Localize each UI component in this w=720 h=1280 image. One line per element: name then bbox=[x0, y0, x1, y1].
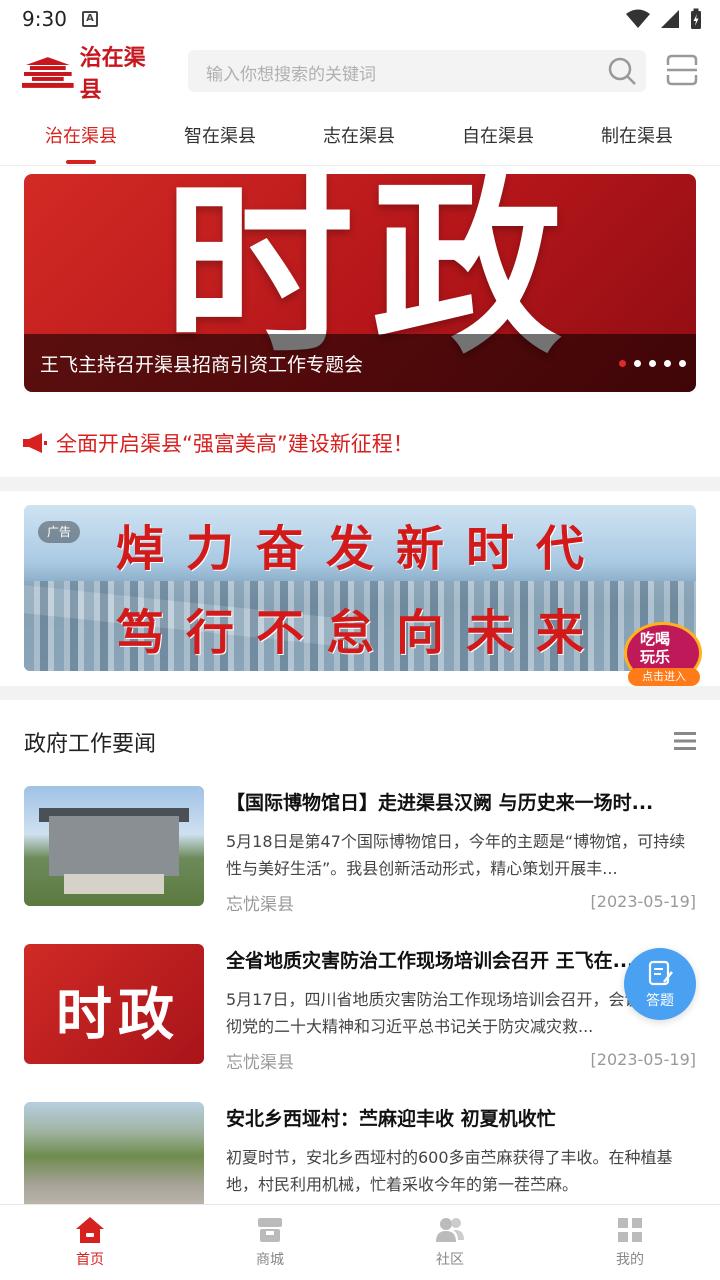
channel-tabs: 治在渠县 智在渠县 志在渠县 自在渠县 制在渠县 bbox=[0, 104, 720, 166]
tab-zhi-zai-quxian-aspiration[interactable]: 志在渠县 bbox=[323, 122, 395, 148]
quiz-icon bbox=[648, 960, 673, 986]
ad-banner[interactable]: 焯力奋发新时代 笃行不怠向未来 广告 bbox=[24, 505, 696, 671]
nav-profile[interactable]: 我的 bbox=[590, 1215, 670, 1269]
signal-icon bbox=[661, 10, 679, 28]
notice-bar[interactable]: 全面开启渠县“强富美高”建设新征程！ bbox=[22, 428, 414, 458]
status-icons bbox=[626, 8, 702, 30]
ad-slogan-line2: 笃行不怠向未来 bbox=[116, 605, 607, 661]
notification-icon: A bbox=[82, 11, 98, 27]
search-input[interactable]: 输入你想搜索的关键词 bbox=[188, 50, 646, 92]
promo-cta: 点击进入 bbox=[628, 668, 700, 686]
ad-slogan-line1: 焯力奋发新时代 bbox=[116, 521, 607, 577]
carousel-dot[interactable] bbox=[649, 360, 656, 367]
logo-text: 治在渠县 bbox=[79, 46, 146, 103]
carousel-dot[interactable] bbox=[664, 360, 671, 367]
wifi-icon bbox=[626, 9, 650, 28]
shop-icon bbox=[258, 1218, 282, 1242]
section-title: 政府工作要闻 bbox=[24, 732, 157, 757]
tab-zhi-zai-quxian-smart[interactable]: 智在渠县 bbox=[184, 122, 256, 148]
nav-community[interactable]: 社区 bbox=[410, 1215, 490, 1269]
carousel-dot[interactable] bbox=[634, 360, 641, 367]
tab-zi-zai-quxian[interactable]: 自在渠县 bbox=[462, 122, 534, 148]
community-icon bbox=[436, 1218, 464, 1242]
news-source: 忘忧渠县 bbox=[226, 895, 294, 915]
tab-zhi-zai-quxian-system[interactable]: 制在渠县 bbox=[601, 122, 673, 148]
search-icon[interactable] bbox=[606, 55, 638, 87]
scan-icon[interactable] bbox=[666, 54, 698, 86]
news-item[interactable]: 【国际博物馆日】走进渠县汉阙 与历史来一场时... 5月18日是第47个国际博物… bbox=[24, 786, 696, 915]
nav-home[interactable]: 首页 bbox=[50, 1215, 130, 1269]
news-item[interactable]: 时政 全省地质灾害防治工作现场培训会召开 王飞在... 5月17日，四川省地质灾… bbox=[24, 944, 696, 1073]
news-title: 【国际博物馆日】走进渠县汉阙 与历史来一场时... bbox=[226, 792, 654, 814]
profile-icon bbox=[618, 1218, 642, 1242]
battery-icon bbox=[691, 8, 701, 29]
status-bar: 9:30 A bbox=[0, 0, 720, 40]
banner-carousel[interactable]: 时政 王飞主持召开渠县招商引资工作专题会 bbox=[24, 174, 696, 392]
quiz-label: 答题 bbox=[646, 993, 674, 1009]
app-header: 治在渠县 输入你想搜索的关键词 bbox=[0, 40, 720, 104]
gate-logo-icon bbox=[22, 57, 74, 88]
carousel-dot[interactable] bbox=[619, 360, 626, 367]
carousel-indicators bbox=[619, 360, 686, 367]
section-divider bbox=[0, 686, 720, 700]
notice-text: 全面开启渠县“强富美高”建设新征程！ bbox=[56, 432, 414, 456]
promo-line2: 玩乐 bbox=[640, 648, 671, 666]
thumb-building bbox=[49, 816, 179, 876]
menu-icon[interactable] bbox=[674, 732, 696, 750]
search-placeholder: 输入你想搜索的关键词 bbox=[206, 65, 376, 85]
news-title: 全省地质灾害防治工作现场培训会召开 王飞在... bbox=[226, 950, 635, 972]
nav-community-label: 社区 bbox=[436, 1252, 464, 1268]
quiz-fab-button[interactable]: 答题 bbox=[624, 948, 696, 1020]
promo-float-button[interactable]: 吃喝 玩乐 点击进入 bbox=[618, 618, 706, 690]
active-tab-indicator bbox=[66, 160, 96, 164]
nav-home-label: 首页 bbox=[76, 1252, 104, 1268]
bottom-nav: 首页 商城 社区 我的 bbox=[0, 1204, 720, 1280]
thumb-text: 时政 bbox=[56, 983, 180, 1048]
news-thumbnail bbox=[24, 786, 204, 906]
status-time: 9:30 bbox=[22, 7, 67, 31]
banner-caption-bar: 王飞主持召开渠县招商引资工作专题会 bbox=[24, 334, 696, 392]
megaphone-icon bbox=[23, 433, 47, 453]
nav-shop-label: 商城 bbox=[256, 1252, 284, 1268]
news-source: 忘忧渠县 bbox=[226, 1053, 294, 1073]
app-logo[interactable]: 治在渠县 bbox=[22, 46, 167, 103]
news-title: 安北乡西垭村：苎麻迎丰收 初夏机收忙 bbox=[226, 1108, 556, 1130]
nav-shop[interactable]: 商城 bbox=[230, 1215, 310, 1269]
ad-tag: 广告 bbox=[38, 521, 80, 543]
news-date: [2023-05-19] bbox=[590, 1050, 696, 1069]
banner-caption: 王飞主持召开渠县招商引资工作专题会 bbox=[40, 354, 364, 376]
news-desc: 初夏时节，安北乡西垭村的600多亩苎麻获得了丰收。在种植基地，村民利用机械，忙着… bbox=[226, 1148, 673, 1194]
nav-profile-label: 我的 bbox=[616, 1252, 644, 1268]
section-divider bbox=[0, 477, 720, 491]
thumb-plaza bbox=[64, 874, 164, 894]
home-icon bbox=[76, 1217, 104, 1243]
tab-zhi-zai-quxian[interactable]: 治在渠县 bbox=[45, 122, 117, 148]
news-thumbnail: 时政 bbox=[24, 944, 204, 1064]
carousel-dot[interactable] bbox=[679, 360, 686, 367]
news-desc: 5月18日是第47个国际博物馆日，今年的主题是“博物馆，可持续性与美好生活”。我… bbox=[226, 832, 686, 878]
news-date: [2023-05-19] bbox=[590, 892, 696, 911]
